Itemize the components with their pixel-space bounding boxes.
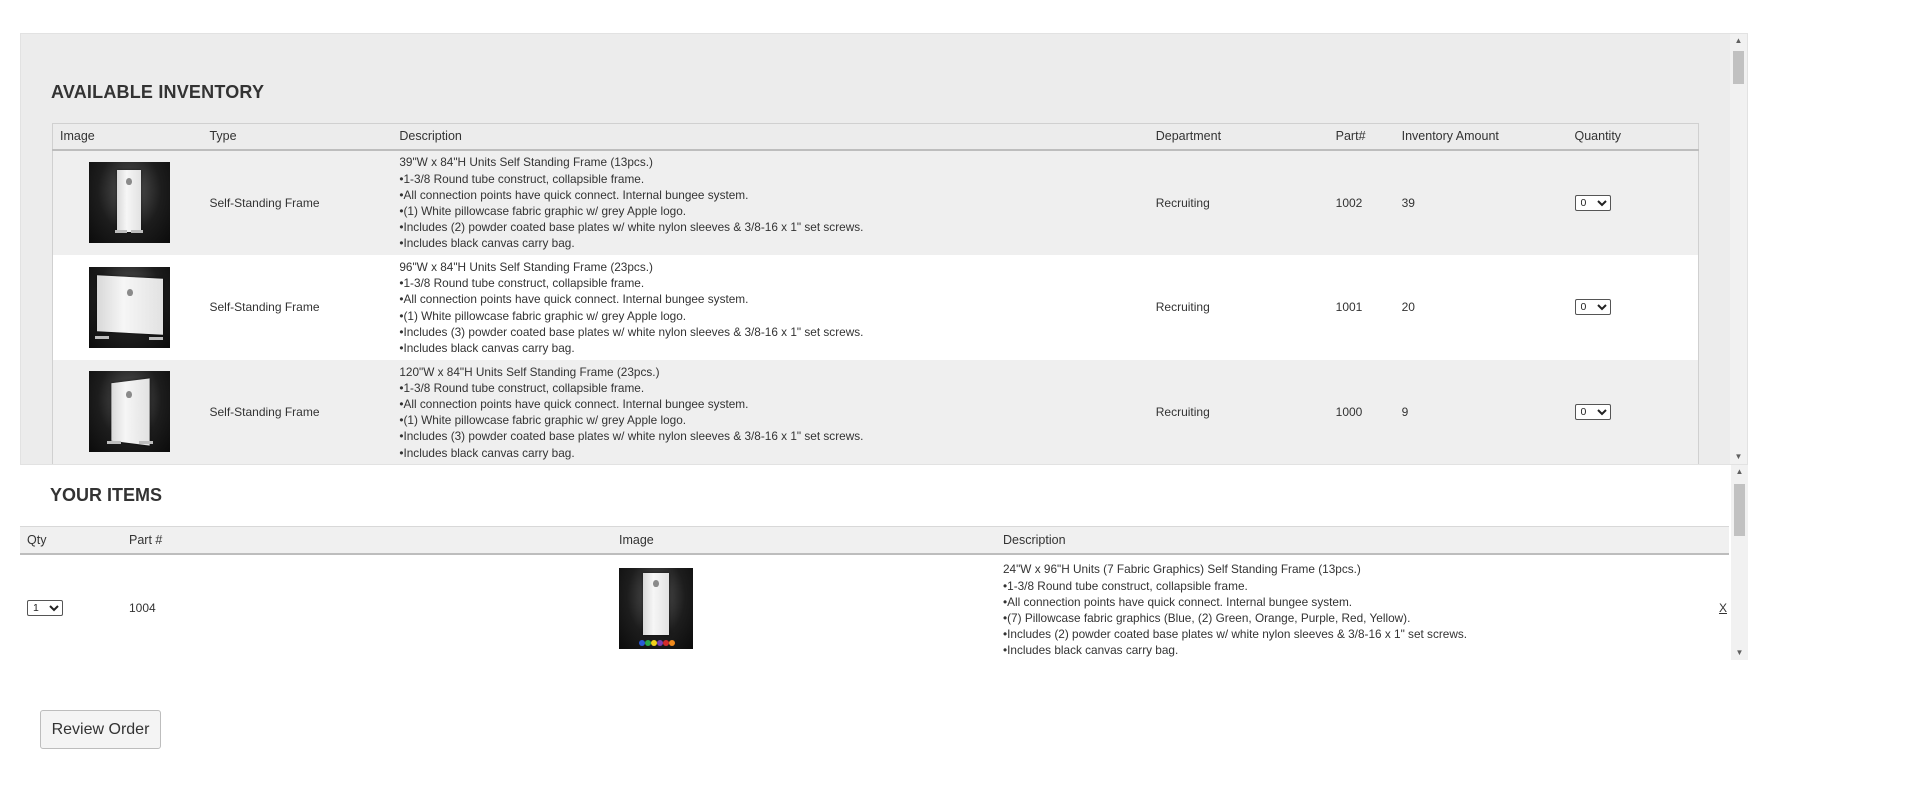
description-line: •Includes black canvas carry bag. — [399, 236, 575, 251]
narrow-frame-image — [89, 162, 170, 243]
col-header-part: Part # — [122, 526, 612, 555]
inventory-row: Self-Standing Frame 96"W x 84"H Units Se… — [52, 254, 1699, 360]
col-header-image: Image — [612, 526, 996, 555]
col-header-quantity: Quantity — [1567, 123, 1699, 151]
description-line: 39"W x 84"H Units Self Standing Frame (1… — [399, 155, 653, 170]
col-header-description: Description — [996, 526, 1709, 555]
angled-frame-image — [89, 371, 170, 453]
quantity-select[interactable]: 0 — [1574, 194, 1611, 211]
description-line: •1-3/8 Round tube construct, collapsible… — [399, 276, 645, 291]
item-description: 39"W x 84"H Units Self Standing Frame (1… — [392, 150, 1148, 255]
description-line: •All connection points have quick connec… — [1003, 594, 1353, 609]
your-item-row: 1 1004 24"W x 96"H Units (7 Fabric Graph… — [20, 554, 1729, 661]
inventory-header-row: Image Type Description Department Part# … — [52, 123, 1699, 151]
inventory-table: Image Type Description Department Part# … — [52, 123, 1699, 465]
description-line: •Includes (3) powder coated base plates … — [399, 429, 864, 444]
your-items-panel: YOUR ITEMS Qty Part # Image Description … — [20, 465, 1748, 660]
item-inventory-amount: 20 — [1401, 300, 1415, 314]
scroll-up-arrow-icon[interactable]: ▲ — [1731, 465, 1748, 479]
item-inventory-amount: 39 — [1401, 195, 1415, 210]
wide-frame-image — [89, 266, 170, 348]
item-department: Recruiting — [1155, 195, 1210, 210]
description-line: •(1) White pillowcase fabric graphic w/ … — [399, 204, 687, 218]
col-header-type: Type — [202, 123, 393, 151]
your-items-header-row: Qty Part # Image Description — [20, 526, 1729, 555]
item-department: Recruiting — [1155, 300, 1210, 314]
item-qty-select[interactable]: 1 — [27, 600, 63, 616]
item-description: 120"W x 84"H Units Self Standing Frame (… — [392, 360, 1148, 465]
description-line: •(1) White pillowcase fabric graphic w/ … — [399, 413, 687, 428]
col-header-part: Part# — [1328, 123, 1395, 151]
description-line: 96"W x 84"H Units Self Standing Frame (2… — [399, 259, 653, 274]
inventory-row: Self-Standing Frame 39"W x 84"H Units Se… — [52, 149, 1699, 255]
item-type: Self-Standing Frame — [209, 404, 320, 419]
item-description: 96"W x 84"H Units Self Standing Frame (2… — [392, 255, 1148, 360]
item-department: Recruiting — [1155, 404, 1210, 419]
col-header-inventory-amount: Inventory Amount — [1394, 123, 1568, 151]
item-inventory-amount: 9 — [1401, 404, 1409, 419]
available-inventory-panel: AVAILABLE INVENTORY Image Type Descripti… — [20, 33, 1748, 465]
remove-item-link[interactable]: X — [1719, 601, 1727, 615]
available-inventory-title: AVAILABLE INVENTORY — [51, 82, 265, 102]
description-line: •1-3/8 Round tube construct, collapsible… — [399, 171, 645, 186]
description-line: •Includes (2) powder coated base plates … — [399, 220, 864, 235]
col-header-qty: Qty — [20, 526, 122, 555]
item-type: Self-Standing Frame — [209, 300, 320, 314]
description-line: •Includes black canvas carry bag. — [399, 340, 575, 355]
quantity-select[interactable]: 0 — [1574, 403, 1611, 420]
item-part-number: 1001 — [1335, 300, 1363, 314]
col-header-image: Image — [52, 123, 203, 151]
description-line: •Includes black canvas carry bag. — [399, 445, 575, 460]
description-line: 24"W x 96"H Units (7 Fabric Graphics) Se… — [1003, 562, 1361, 577]
item-description: 24"W x 96"H Units (7 Fabric Graphics) Se… — [996, 554, 1709, 661]
scrollbar-thumb[interactable] — [1733, 51, 1744, 84]
tall-frame-with-swatches-image — [619, 567, 693, 649]
quantity-select[interactable]: 0 — [1574, 299, 1611, 315]
description-line: •Includes (2) powder coated base plates … — [1003, 627, 1468, 642]
scroll-up-arrow-icon[interactable]: ▲ — [1730, 34, 1747, 48]
scroll-down-arrow-icon[interactable]: ▼ — [1730, 450, 1747, 464]
your-items-title: YOUR ITEMS — [50, 485, 163, 505]
description-line: •All connection points have quick connec… — [399, 292, 749, 307]
scroll-down-arrow-icon[interactable]: ▼ — [1731, 646, 1748, 660]
inventory-row: Self-Standing Frame 120"W x 84"H Units S… — [52, 359, 1699, 465]
description-line: •(1) White pillowcase fabric graphic w/ … — [399, 308, 687, 323]
col-header-description: Description — [392, 123, 1149, 151]
item-part-number: 1000 — [1335, 404, 1363, 419]
inventory-scrollbar[interactable]: ▲ ▼ — [1730, 34, 1747, 464]
description-line: 120"W x 84"H Units Self Standing Frame (… — [399, 364, 660, 379]
description-line: •(7) Pillowcase fabric graphics (Blue, (… — [1003, 611, 1411, 625]
description-line: •Includes black canvas carry bag. — [1003, 643, 1179, 658]
scrollbar-thumb[interactable] — [1734, 484, 1745, 536]
your-items-scrollbar[interactable]: ▲ ▼ — [1731, 465, 1748, 660]
your-items-table: Qty Part # Image Description 1 1004 24"W… — [20, 526, 1729, 660]
description-line: •Includes (3) powder coated base plates … — [399, 324, 864, 339]
description-line: •All connection points have quick connec… — [399, 187, 749, 202]
description-line: •1-3/8 Round tube construct, collapsible… — [1003, 578, 1248, 593]
item-part-number: 1004 — [129, 601, 156, 615]
description-line: •All connection points have quick connec… — [399, 397, 749, 412]
description-line: •1-3/8 Round tube construct, collapsible… — [399, 380, 645, 395]
review-order-button[interactable]: Review Order — [40, 710, 161, 749]
item-type: Self-Standing Frame — [209, 195, 320, 210]
col-header-department: Department — [1148, 123, 1329, 151]
item-part-number: 1002 — [1335, 195, 1363, 210]
